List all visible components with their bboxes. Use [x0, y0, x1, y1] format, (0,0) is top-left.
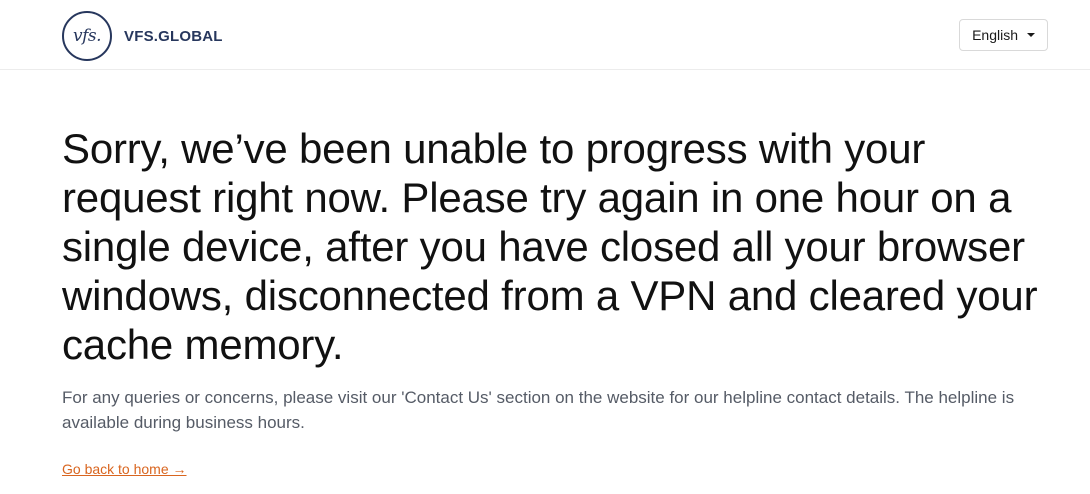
error-headline: Sorry, we’ve been unable to progress wit…	[62, 125, 1038, 368]
vfs-logo-mark: vfs.	[62, 11, 112, 61]
vfs-logo-text: VFS.GLOBAL	[124, 27, 223, 45]
go-back-home-link[interactable]: Go back to home →	[62, 461, 187, 477]
error-content: Sorry, we’ve been unable to progress wit…	[62, 124, 1052, 479]
language-label: English	[972, 27, 1018, 43]
helpline-info-text: For any queries or concerns, please visi…	[62, 388, 1015, 432]
caret-down-icon	[1027, 33, 1035, 37]
top-header: vfs. VFS.GLOBAL English	[0, 0, 1090, 70]
vfs-logo[interactable]: vfs. VFS.GLOBAL	[62, 11, 223, 61]
language-dropdown[interactable]: English	[959, 19, 1048, 51]
